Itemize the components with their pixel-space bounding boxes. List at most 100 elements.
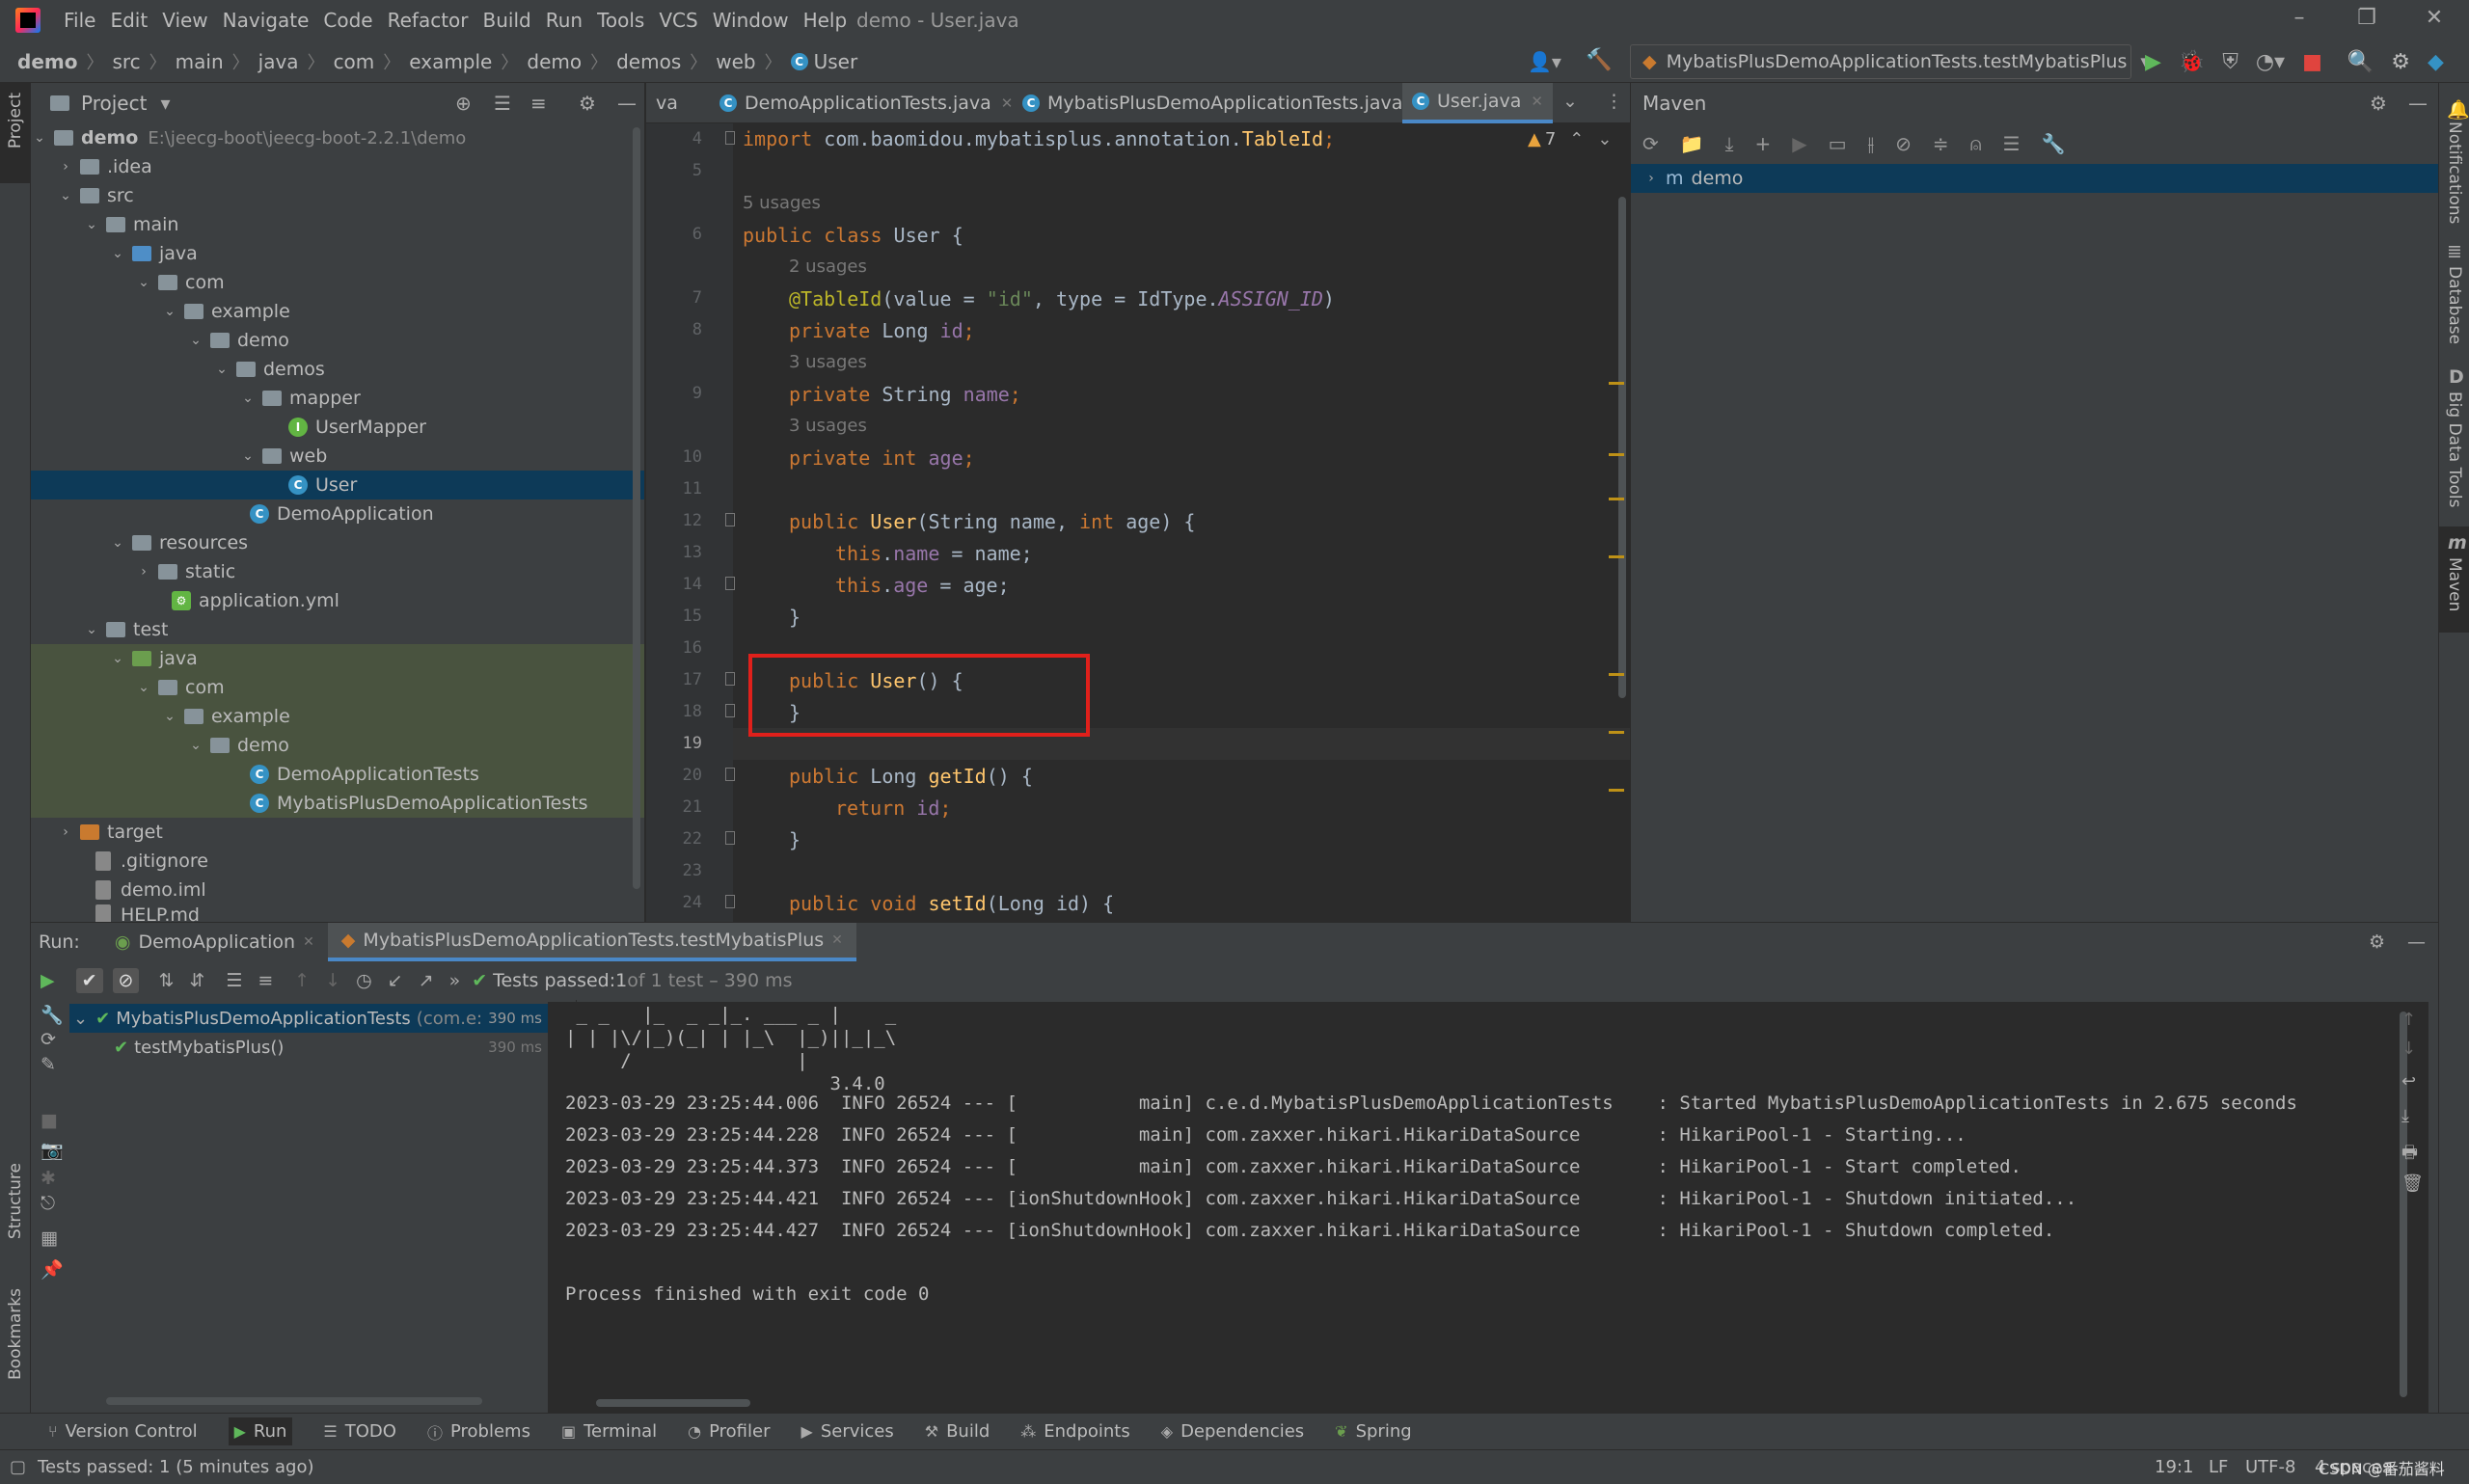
fold-marker-icon[interactable] <box>725 895 735 908</box>
tree-item-idea[interactable]: › .idea <box>31 152 644 181</box>
breadcrumb-com[interactable]: com <box>334 50 375 73</box>
status-message[interactable]: Tests passed: 1 (5 minutes ago) <box>38 1457 314 1477</box>
tree-item-application-yml[interactable]: ⚙ application.yml <box>31 586 644 615</box>
menu-refactor[interactable]: Refactor <box>388 9 469 32</box>
prev-failed-icon[interactable]: ↑ <box>294 970 310 991</box>
notifications-icon[interactable]: 🔔 <box>2447 98 2469 121</box>
gear-icon[interactable]: ⚙ <box>2369 931 2385 953</box>
sort-alpha-icon[interactable]: ⇅ <box>158 970 174 991</box>
tab-mybatisplusdemoapplicationtests[interactable]: CMybatisPlusDemoApplicationTests.java✕ <box>1013 83 1434 123</box>
down-icon[interactable]: ↓ <box>2401 1039 2416 1059</box>
next-highlight-icon[interactable]: ⌄ <box>1597 129 1612 149</box>
collapse-all-icon[interactable]: ≡ <box>258 970 273 991</box>
chevron-down-icon[interactable]: ⌄ <box>109 246 126 261</box>
tree-item-mapper[interactable]: ⌄ mapper <box>31 384 644 413</box>
breadcrumb-java[interactable]: java <box>258 50 299 73</box>
hide-panel-icon[interactable]: — <box>2407 931 2426 953</box>
menu-navigate[interactable]: Navigate <box>223 9 310 32</box>
tree-item-demo-iml[interactable]: demo.iml <box>31 876 644 904</box>
fold-marker-icon[interactable] <box>725 577 735 590</box>
tree-item-test-demo[interactable]: ⌄ demo <box>31 731 644 760</box>
restore-icon[interactable]: ❐ <box>2347 6 2386 35</box>
editor-scrollbar[interactable] <box>1618 197 1626 698</box>
run-icon[interactable]: ▶ <box>2145 50 2161 74</box>
run-configuration-selector[interactable]: ◆ MybatisPlusDemoApplicationTests.testMy… <box>1630 44 2150 79</box>
project-scrollbar[interactable] <box>633 127 640 889</box>
endpoints-tool[interactable]: ⁂ Endpoints <box>1020 1421 1130 1442</box>
tree-item-com[interactable]: ⌄ com <box>31 268 644 297</box>
chevron-down-icon[interactable]: ⌄ <box>239 448 257 464</box>
chevron-down-icon[interactable]: ⌄ <box>213 362 231 377</box>
database-icon[interactable]: ≣ <box>2447 241 2462 262</box>
print-icon[interactable]: 🖶 <box>2401 1141 2418 1170</box>
skip-tests-icon[interactable]: ⊘ <box>1895 132 1912 155</box>
chevron-down-icon[interactable]: ⌄ <box>83 622 100 637</box>
breadcrumb-user[interactable]: User <box>814 50 858 73</box>
settings-gear-icon[interactable]: ⚙ <box>2391 50 2410 74</box>
expand-all-icon[interactable]: ☰ <box>494 92 511 115</box>
profile-icon[interactable]: ◔▾ <box>2256 50 2285 74</box>
analyze-icon[interactable]: ☰ <box>2003 132 2021 155</box>
chevron-right-icon[interactable]: › <box>1642 171 1660 186</box>
locate-icon[interactable]: ⊕ <box>455 92 472 115</box>
chevron-down-icon[interactable]: ⌄ <box>135 680 152 695</box>
tree-item-test-example[interactable]: ⌄ example <box>31 702 644 731</box>
chevron-down-icon[interactable]: ⌄ <box>187 738 204 753</box>
spring-tool[interactable]: ❦ Spring <box>1335 1421 1412 1442</box>
big-data-tools-stripe-label[interactable]: Big Data Tools <box>2445 391 2464 507</box>
chevron-down-icon[interactable]: ⌄ <box>161 709 178 724</box>
import-tests-icon[interactable]: ↙ <box>388 970 403 991</box>
terminal-tool[interactable]: ▣ Terminal <box>561 1421 657 1442</box>
chevron-down-icon[interactable]: ⌄ <box>31 130 48 146</box>
debug-rerun-icon[interactable]: ✱ <box>41 1168 56 1189</box>
menu-vcs[interactable]: VCS <box>659 9 697 32</box>
tree-item-main[interactable]: ⌄ main <box>31 210 644 239</box>
gear-icon[interactable]: ⚙ <box>579 92 596 115</box>
bookmarks-stripe-label[interactable]: Bookmarks <box>6 1288 25 1380</box>
minimize-icon[interactable]: – <box>2280 6 2319 35</box>
stop-icon[interactable]: ■ <box>41 1110 58 1131</box>
chevron-down-icon[interactable]: ⌄ <box>83 217 100 232</box>
warning-marker[interactable] <box>1609 382 1624 385</box>
tab-list-chevron-icon[interactable]: ⌄ <box>1562 91 1578 112</box>
chevron-down-icon[interactable]: ⌄ <box>135 275 152 290</box>
chevron-down-icon[interactable]: ▾ <box>160 92 170 115</box>
wrench-icon[interactable]: 🔧 <box>41 1004 64 1026</box>
profiler-tool[interactable]: ◔ Profiler <box>688 1421 770 1442</box>
soft-wrap-icon[interactable]: ↩ <box>2401 1071 2416 1092</box>
history-icon[interactable]: ◷ <box>356 970 372 991</box>
fold-marker-icon[interactable] <box>725 131 735 145</box>
chevron-down-icon[interactable]: ⌄ <box>57 188 74 203</box>
tree-item-static[interactable]: › static <box>31 557 644 586</box>
show-dependencies-icon[interactable]: ⍝ <box>1970 132 1982 155</box>
tree-item-demoapplication[interactable]: C DemoApplication <box>31 499 644 528</box>
warning-marker[interactable] <box>1609 789 1624 792</box>
tree-item-test-java[interactable]: ⌄ java <box>31 644 644 673</box>
scroll-end-icon[interactable]: ⤓ <box>2401 1106 2409 1126</box>
test-suite-row[interactable]: ⌄ ✔ MybatisPlusDemoApplicationTests (com… <box>69 1004 577 1033</box>
fold-marker-icon[interactable] <box>725 672 735 686</box>
hide-panel-icon[interactable]: — <box>2408 92 2428 115</box>
tree-item-demo[interactable]: ⌄ demo E:\jeecg-boot\jeecg-boot-2.2.1\demo <box>31 123 644 152</box>
toggle-tool-windows-icon[interactable]: ▢ <box>10 1457 26 1477</box>
chevron-down-icon[interactable]: ⌄ <box>109 535 126 551</box>
menu-code[interactable]: Code <box>323 9 372 32</box>
console-hscrollbar[interactable] <box>596 1399 750 1407</box>
chevron-down-icon[interactable]: ⌄ <box>239 391 257 406</box>
database-stripe-label[interactable]: Database <box>2445 266 2464 344</box>
show-ignored-icon[interactable]: ⊘ <box>112 968 140 993</box>
breadcrumb-web[interactable]: web <box>716 50 755 73</box>
project-tool-button[interactable]: Project <box>0 83 31 183</box>
tree-item-user[interactable]: C User <box>31 471 644 499</box>
tree-item-mybatisplusdemoapplicationtests[interactable]: C MybatisPlusDemoApplicationTests <box>31 789 644 818</box>
project-panel-title[interactable]: Project <box>81 92 147 115</box>
tree-item-demo-pkg[interactable]: ⌄ demo <box>31 326 644 355</box>
chevron-down-icon[interactable]: ⌄ <box>187 333 204 348</box>
tree-item-test-com[interactable]: ⌄ com <box>31 673 644 702</box>
user-icon[interactable]: 👤▾ <box>1528 50 1561 73</box>
test-case-row[interactable]: ✔ testMybatisPlus() 390 ms <box>69 1033 577 1062</box>
wrench-icon[interactable]: 🔧 <box>2042 132 2066 155</box>
fold-marker-icon[interactable] <box>725 768 735 781</box>
show-passed-icon[interactable]: ✔ <box>75 968 103 993</box>
expand-all-icon[interactable]: ☰ <box>226 970 242 991</box>
